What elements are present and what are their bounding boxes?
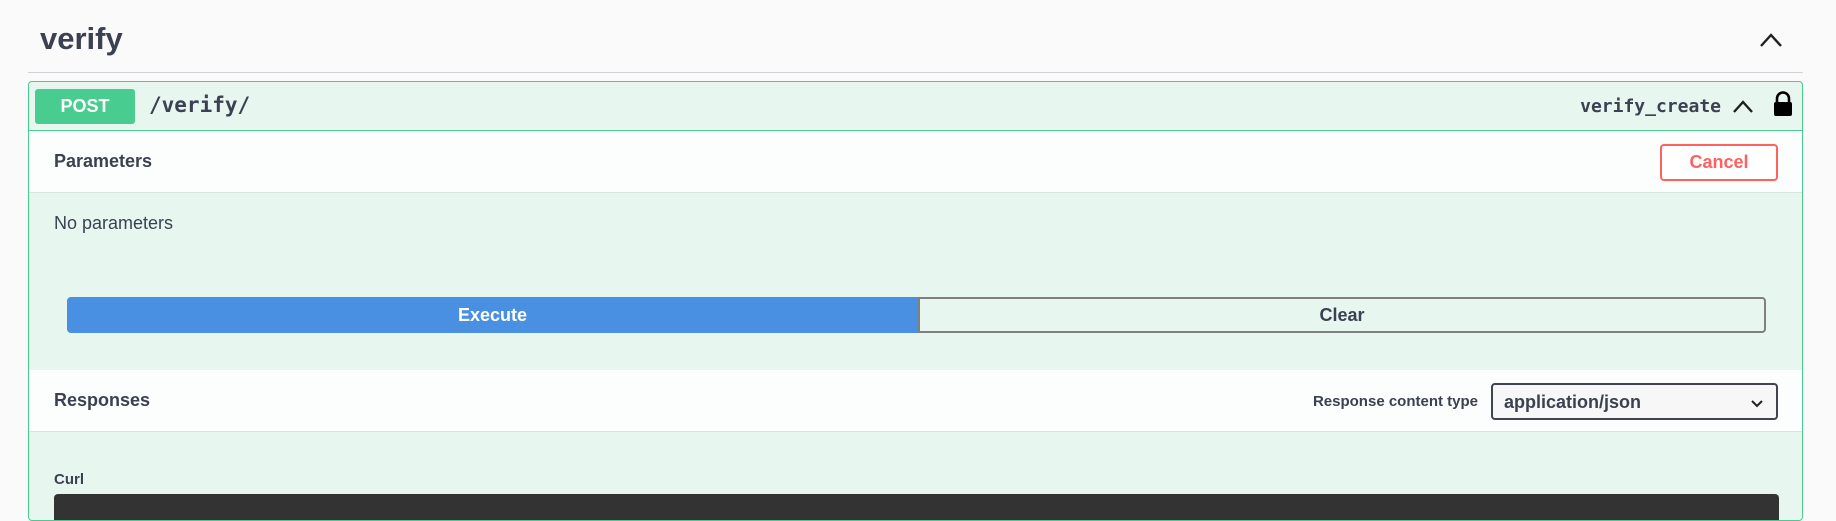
curl-label: Curl [54, 471, 84, 488]
curl-code-block [54, 494, 1779, 520]
clear-button[interactable]: Clear [918, 297, 1766, 333]
parameters-header: Parameters Cancel [29, 131, 1802, 193]
no-parameters-text: No parameters [54, 213, 174, 233]
operation-path: /verify/ [149, 93, 251, 117]
operation-block-post-verify: POST /verify/ verify_create Parameters C… [28, 81, 1803, 521]
tag-section-header[interactable]: verify [28, 0, 1803, 73]
execute-button[interactable]: Execute [67, 297, 918, 333]
parameters-title: Parameters [54, 151, 153, 171]
cancel-button[interactable]: Cancel [1660, 144, 1778, 181]
operation-id: verify_create [1580, 96, 1721, 117]
http-method-badge: POST [35, 89, 135, 124]
operation-summary[interactable]: POST /verify/ verify_create [29, 82, 1802, 131]
chevron-down-icon [1750, 396, 1764, 408]
lock-icon[interactable] [1772, 91, 1794, 117]
responses-header: Responses Response content type applicat… [29, 370, 1802, 432]
execute-wrapper: Execute Clear [67, 297, 1766, 333]
response-content-type-label: Response content type [1312, 393, 1478, 410]
chevron-up-icon[interactable] [1730, 94, 1756, 118]
response-content-type-value: application/json [1504, 392, 1642, 412]
chevron-up-icon[interactable] [1755, 26, 1787, 54]
tag-title: verify [40, 21, 123, 56]
response-content-type-select[interactable]: application/json [1491, 383, 1778, 420]
responses-title: Responses [54, 390, 151, 410]
